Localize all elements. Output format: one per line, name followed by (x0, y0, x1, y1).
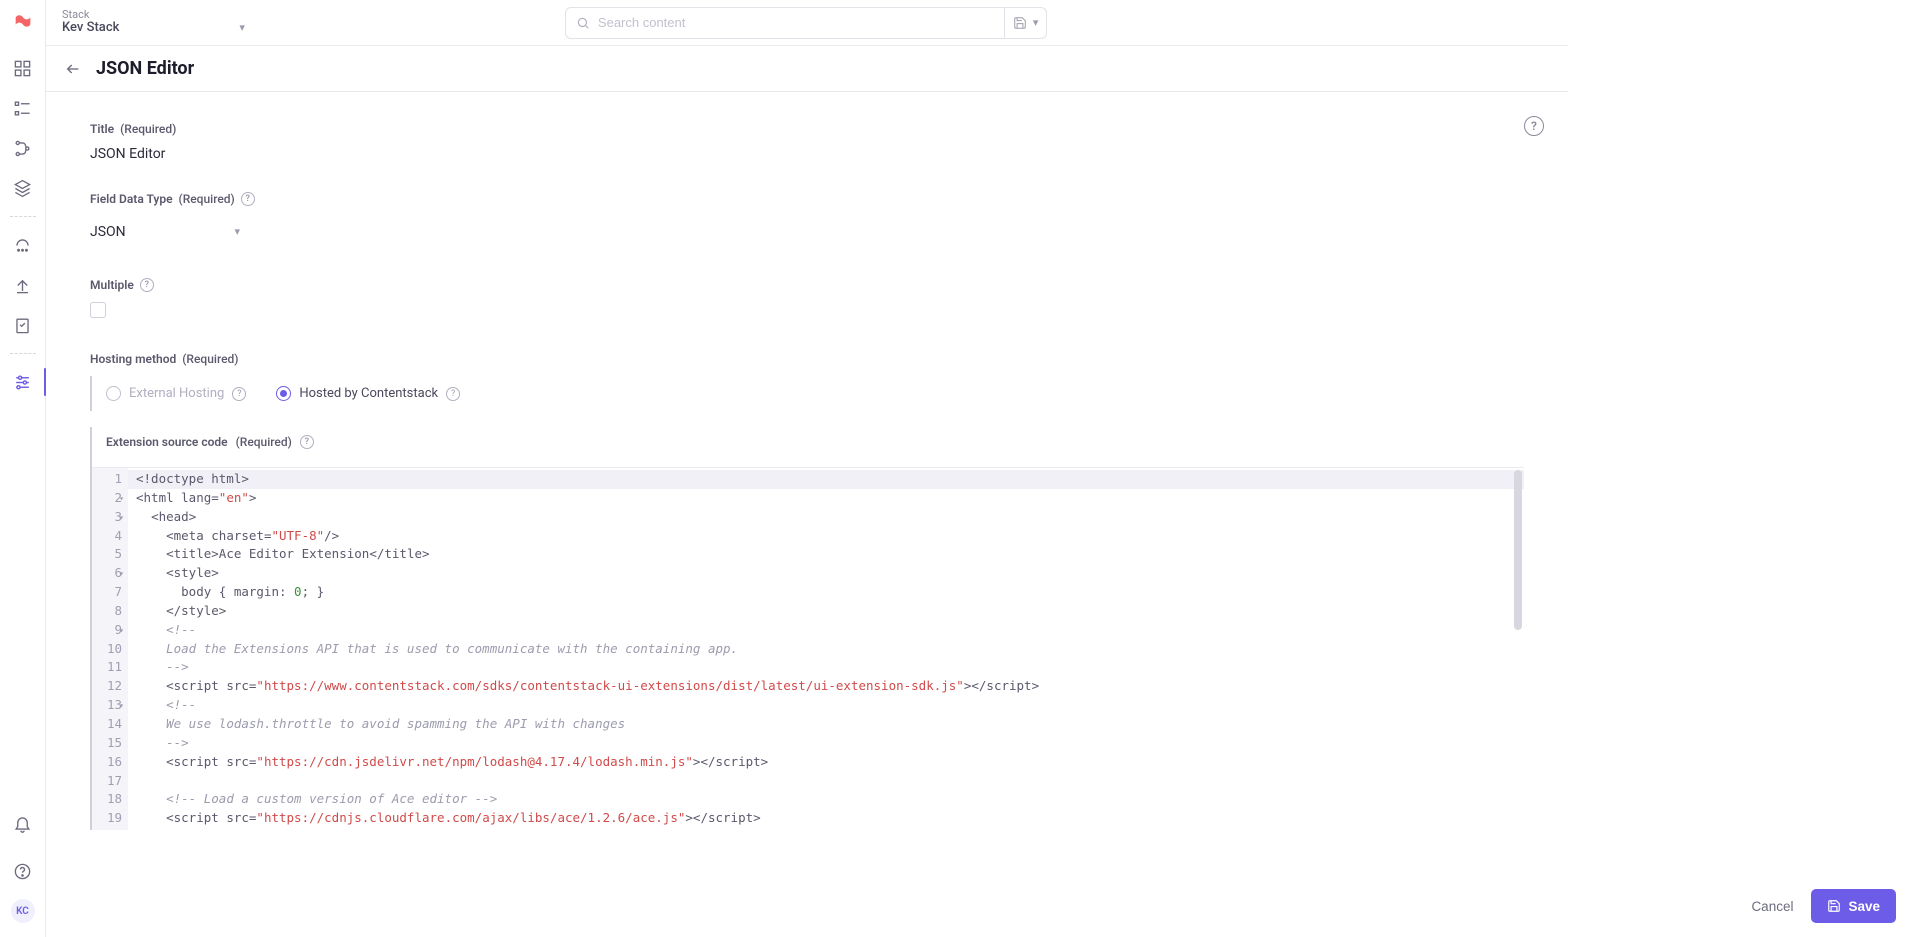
form-content: ? Title (Required) JSON Editor Field Dat… (46, 92, 1568, 937)
left-sidebar: KC (0, 0, 46, 937)
field-multiple: Multiple ? (90, 278, 910, 322)
search-icon (576, 16, 590, 30)
nav-help-icon[interactable] (0, 851, 46, 891)
chevron-down-icon: ▾ (239, 22, 245, 35)
field-title: Title (Required) JSON Editor (90, 122, 910, 162)
editor-code[interactable]: <!doctype html><html lang="en"> <head> <… (128, 468, 1524, 830)
save-label: Save (1848, 899, 1880, 914)
code-editor[interactable]: 12▾3▾456▾789▾10111213▾141516171819 <!doc… (92, 467, 1524, 830)
field-label: Extension source code (106, 435, 228, 449)
radio-icon (276, 386, 291, 401)
radio-icon (106, 386, 121, 401)
field-label: Multiple (90, 278, 134, 292)
required-badge: (Required) (236, 435, 292, 449)
nav-dashboard-icon[interactable] (0, 48, 46, 88)
radio-hosted-contentstack[interactable]: Hosted by Contentstack ? (276, 386, 460, 401)
cancel-button[interactable]: Cancel (1751, 899, 1793, 914)
nav-releases-icon[interactable] (0, 265, 46, 305)
radio-external-hosting[interactable]: External Hosting ? (106, 386, 246, 401)
back-button[interactable] (64, 60, 82, 78)
chevron-down-icon: ▾ (1033, 16, 1039, 29)
field-source-code: Extension source code (Required) ? 12▾3▾… (90, 427, 1524, 830)
save-search-icon (1013, 16, 1027, 30)
field-label: Title (90, 122, 114, 136)
save-button[interactable]: Save (1811, 889, 1896, 923)
field-data-type: Field Data Type (Required) ? JSON ▾ (90, 192, 910, 248)
nav-notifications-icon[interactable] (0, 803, 46, 843)
search-actions[interactable]: ▾ (1005, 7, 1048, 39)
editor-scrollbar[interactable] (1514, 470, 1522, 630)
help-icon[interactable]: ? (446, 387, 460, 401)
field-label: Field Data Type (90, 192, 173, 206)
help-icon[interactable]: ? (232, 387, 246, 401)
stack-selector[interactable]: Stack Kev Stack ▾ (62, 9, 245, 37)
select-value: JSON (90, 224, 126, 240)
editor-gutter: 12▾3▾456▾789▾10111213▾141516171819 (92, 468, 128, 830)
help-icon[interactable]: ? (140, 278, 154, 292)
radio-label: Hosted by Contentstack (299, 386, 438, 401)
user-avatar[interactable]: KC (11, 899, 35, 923)
required-badge: (Required) (179, 192, 235, 206)
title-input[interactable]: JSON Editor (90, 146, 910, 162)
page-help-icon[interactable]: ? (1524, 116, 1544, 136)
chevron-down-icon: ▾ (234, 225, 240, 238)
top-bar: Stack Kev Stack ▾ ▾ (46, 0, 1568, 46)
page-title: JSON Editor (96, 58, 194, 79)
help-icon[interactable]: ? (300, 435, 314, 449)
footer-actions: Cancel Save (46, 875, 1920, 937)
brand-logo (12, 10, 34, 32)
radio-label: External Hosting (129, 386, 224, 401)
sidebar-separator (10, 216, 36, 217)
nav-entries-icon[interactable] (0, 88, 46, 128)
save-icon (1827, 899, 1841, 913)
multiple-checkbox[interactable] (90, 302, 106, 318)
field-label: Hosting method (90, 352, 176, 366)
page-header: JSON Editor (46, 46, 1568, 92)
data-type-select[interactable]: JSON ▾ (90, 216, 240, 248)
stack-name: Kev Stack (62, 21, 119, 36)
sidebar-separator (10, 353, 36, 354)
nav-assets-icon[interactable] (0, 168, 46, 208)
field-hosting: Hosting method (Required) External Hosti… (90, 352, 1524, 830)
required-badge: (Required) (182, 352, 238, 366)
search-input[interactable] (598, 15, 994, 30)
nav-publish-icon[interactable] (0, 225, 46, 265)
nav-content-models-icon[interactable] (0, 128, 46, 168)
nav-tasks-icon[interactable] (0, 305, 46, 345)
search-box[interactable] (565, 7, 1005, 39)
arrow-left-icon (65, 61, 81, 77)
help-icon[interactable]: ? (241, 192, 255, 206)
nav-settings-icon[interactable] (0, 362, 46, 402)
required-badge: (Required) (120, 122, 176, 136)
